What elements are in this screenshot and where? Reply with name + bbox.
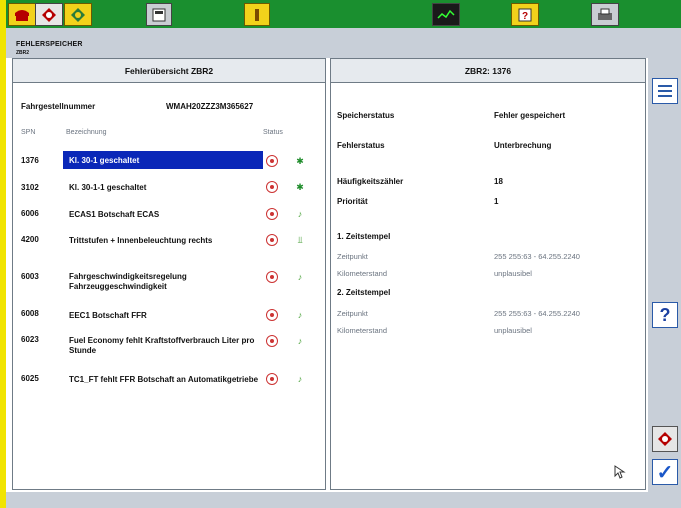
- spn-code: 6023: [21, 335, 39, 344]
- fault-sporadic-icon: ♪: [297, 209, 303, 219]
- zeitstempel-1-heading: 1. Zeitstempel: [337, 232, 391, 241]
- fault-description: Fuel Economy fehlt Kraftstoffverbrauch L…: [69, 336, 255, 355]
- fault-description: ECAS1 Botschaft ECAS: [69, 210, 160, 219]
- status-bar: [6, 492, 681, 508]
- fault-overview-panel: Fehlerübersicht ZBR2 Fahrgestellnummer W…: [12, 58, 326, 490]
- fault-active-icon: [266, 155, 278, 167]
- printer-icon[interactable]: [591, 3, 619, 26]
- spn-code: 4200: [21, 235, 39, 244]
- left-accent-bar: [0, 0, 6, 508]
- col-spn: SPN: [21, 129, 36, 136]
- fault-overview-title: Fehlerübersicht ZBR2: [13, 59, 325, 83]
- help-book-icon[interactable]: ?: [511, 3, 539, 26]
- fault-sporadic-icon: ♪: [297, 310, 303, 320]
- haeufigkeit-label: Häufigkeitszähler: [337, 177, 404, 186]
- kilometerstand-1-value: unplausibel: [494, 269, 532, 278]
- subheader: FEHLERSPEICHER ZBR2: [6, 28, 681, 58]
- kilometerstand-2-label: Kilometerstand: [337, 326, 388, 335]
- fault-active-icon: [266, 181, 278, 193]
- diagnosis-icon[interactable]: [35, 3, 63, 26]
- vehicle-icon[interactable]: [8, 3, 36, 26]
- fault-stored-icon: ✱: [296, 155, 304, 166]
- mouse-cursor-icon: [614, 465, 626, 479]
- page-subtitle: ZBR2: [16, 50, 30, 56]
- fault-active-icon: [266, 335, 278, 347]
- spn-code: 6003: [21, 272, 39, 281]
- spn-code: 6008: [21, 309, 39, 318]
- fault-active-icon: [266, 271, 278, 283]
- graph-icon[interactable]: [432, 3, 460, 26]
- fault-active-icon: [266, 309, 278, 321]
- top-toolbar: ?: [6, 0, 681, 28]
- spn-code: 6006: [21, 209, 39, 218]
- page-title: FEHLERSPEICHER: [16, 41, 83, 48]
- fault-description: TC1_FT fehlt FFR Botschaft an Automatikg…: [69, 375, 259, 384]
- zeitpunkt-2-label: Zeitpunkt: [337, 309, 368, 318]
- calculator-icon[interactable]: [146, 3, 172, 26]
- kilometerstand-1-label: Kilometerstand: [337, 269, 388, 278]
- col-status: Status: [263, 129, 283, 136]
- fault-detail-title: ZBR2: 1376: [331, 59, 645, 83]
- zeitpunkt-2-value: 255 255:63 - 64.255.2240: [494, 309, 580, 318]
- zeitpunkt-1-value: 255 255:63 - 64.255.2240: [494, 252, 580, 261]
- zeitpunkt-1-label: Zeitpunkt: [337, 252, 368, 261]
- fault-active-icon: [266, 373, 278, 385]
- ok-button[interactable]: ✓: [652, 459, 678, 485]
- col-description: Bezeichnung: [66, 129, 107, 136]
- help-button[interactable]: ?: [652, 302, 678, 328]
- fehlerstatus-label: Fehlerstatus: [337, 141, 385, 150]
- spn-code: 1376: [21, 156, 39, 165]
- vin-value: WMAH20ZZZ3M365627: [166, 102, 254, 111]
- kilometerstand-2-value: unplausibel: [494, 326, 532, 335]
- fault-active-icon: [266, 234, 278, 246]
- haeufigkeit-value: 18: [494, 177, 503, 186]
- fault-present-icon: ⫫: [297, 234, 303, 245]
- spn-code: 6025: [21, 374, 39, 383]
- info-icon[interactable]: [244, 3, 270, 26]
- fault-description: EEC1 Botschaft FFR: [69, 311, 147, 320]
- vin-label: Fahrgestellnummer: [21, 102, 96, 111]
- list-view-button[interactable]: [652, 78, 678, 104]
- prioritaet-value: 1: [494, 197, 499, 206]
- diagnosis-tool-icon: [658, 432, 672, 446]
- fault-description: Trittstufen + Innenbeleuchtung rechts: [69, 236, 213, 245]
- spn-code: 3102: [21, 183, 39, 192]
- fault-stored-icon: ✱: [296, 181, 304, 192]
- fehlerstatus-value: Unterbrechung: [494, 141, 552, 150]
- list-icon: [658, 85, 672, 97]
- fault-description: Fahrgeschwindigkeitsregelung Fahrzeugges…: [69, 272, 187, 291]
- fault-active-icon: [266, 208, 278, 220]
- speicherstatus-value: Fehler gespeichert: [494, 111, 566, 120]
- svg-text:?: ?: [522, 11, 528, 22]
- fault-description: Kl. 30-1 geschaltet: [69, 156, 140, 165]
- fault-sporadic-icon: ♪: [297, 336, 303, 346]
- fault-detail-panel: ZBR2: 1376 Speicherstatus Fehler gespeic…: [330, 58, 646, 490]
- speicherstatus-label: Speicherstatus: [337, 111, 395, 120]
- zeitstempel-2-heading: 2. Zeitstempel: [337, 288, 391, 297]
- fault-description: Kl. 30-1-1 geschaltet: [69, 183, 147, 192]
- right-button-column: ? ✓: [648, 58, 681, 492]
- fault-sporadic-icon: ♪: [297, 374, 303, 384]
- fault-sporadic-icon: ♪: [297, 272, 303, 282]
- component-icon[interactable]: [64, 3, 92, 26]
- diagnosis-button[interactable]: [652, 426, 678, 452]
- prioritaet-label: Priorität: [337, 197, 368, 206]
